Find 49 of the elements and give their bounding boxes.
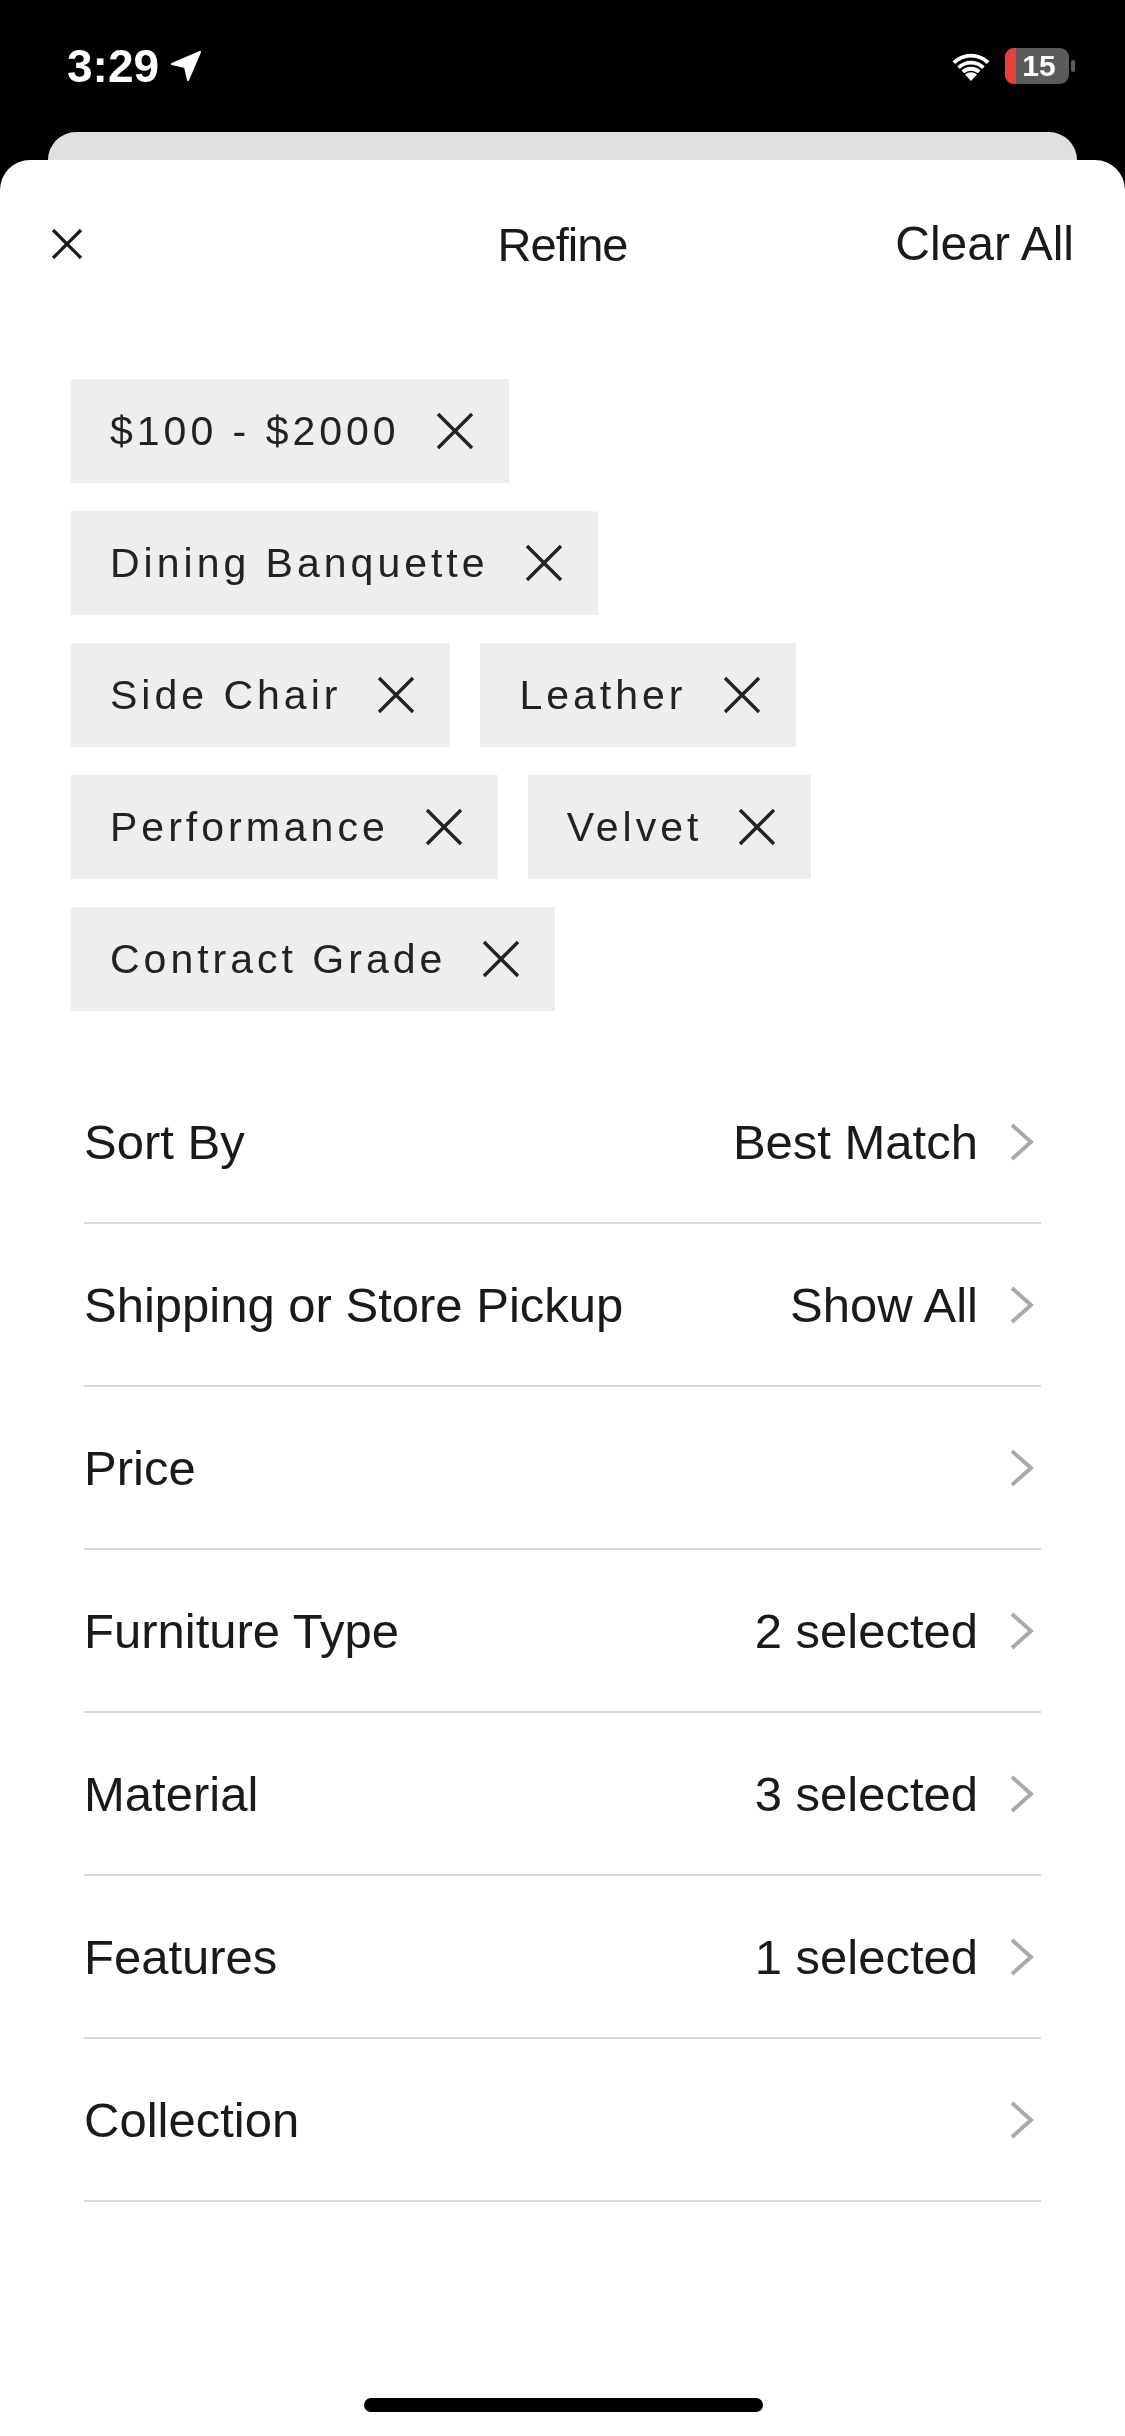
filter-value: 2 selected xyxy=(754,1602,978,1659)
filter-label: Furniture Type xyxy=(84,1602,400,1659)
remove-icon[interactable] xyxy=(481,939,522,979)
filter-chip[interactable]: Dining Banquette xyxy=(71,511,598,615)
chevron-right-icon xyxy=(1009,1936,1035,1977)
filter-value: Show All xyxy=(790,1276,978,1333)
filter-label: Price xyxy=(84,1439,196,1496)
chevron-right-icon xyxy=(1009,1610,1035,1651)
chevron-right-icon xyxy=(1009,2099,1035,2140)
filter-label: Material xyxy=(84,1765,259,1822)
filter-label: Collection xyxy=(84,2091,300,2148)
sheet-title: Refine xyxy=(497,220,628,268)
remove-icon[interactable] xyxy=(376,675,417,715)
filter-chip[interactable]: Leather xyxy=(480,643,796,747)
filter-chip[interactable]: Contract Grade xyxy=(71,907,556,1011)
filter-value: Best Match xyxy=(732,1113,978,1170)
filter-row[interactable]: Shipping or Store Pickup Show All xyxy=(84,1224,1041,1387)
location-arrow-icon xyxy=(171,51,202,81)
filter-chip[interactable]: Performance xyxy=(71,775,498,879)
filter-row[interactable]: Material 3 selected xyxy=(84,1713,1041,1876)
close-button[interactable] xyxy=(51,228,83,260)
chevron-right-icon xyxy=(1009,1773,1035,1814)
filter-chip[interactable]: Velvet xyxy=(527,775,812,879)
filter-row[interactable]: Price xyxy=(84,1387,1041,1550)
clear-all-button[interactable]: Clear All xyxy=(895,220,1074,268)
chevron-right-icon xyxy=(1009,1284,1035,1325)
remove-icon[interactable] xyxy=(721,675,762,715)
filter-value: 1 selected xyxy=(754,1928,978,1985)
battery-icon xyxy=(1005,48,1075,84)
wifi-icon xyxy=(951,51,991,81)
filter-row[interactable]: Furniture Type 2 selected xyxy=(84,1550,1041,1713)
filter-chip[interactable]: $100 - $2000 xyxy=(71,379,509,483)
remove-icon[interactable] xyxy=(434,411,475,451)
close-icon xyxy=(51,228,83,260)
status-time: 3:29 xyxy=(67,43,160,89)
filter-row[interactable]: Sort By Best Match xyxy=(84,1061,1041,1224)
filter-chip[interactable]: Side Chair xyxy=(71,643,451,747)
filter-row[interactable]: Features 1 selected xyxy=(84,1876,1041,2039)
filter-row[interactable]: Collection xyxy=(84,2039,1041,2202)
filter-label: Sort By xyxy=(84,1113,245,1170)
remove-icon[interactable] xyxy=(737,807,778,847)
chevron-right-icon xyxy=(1009,1121,1035,1162)
filter-label: Features xyxy=(84,1928,278,1985)
chevron-right-icon xyxy=(1009,1447,1035,1488)
filter-value: 3 selected xyxy=(754,1765,978,1822)
remove-icon[interactable] xyxy=(423,807,464,847)
filter-label: Shipping or Store Pickup xyxy=(84,1276,624,1333)
battery-percentage: 15 xyxy=(1022,51,1056,81)
remove-icon[interactable] xyxy=(523,543,564,583)
